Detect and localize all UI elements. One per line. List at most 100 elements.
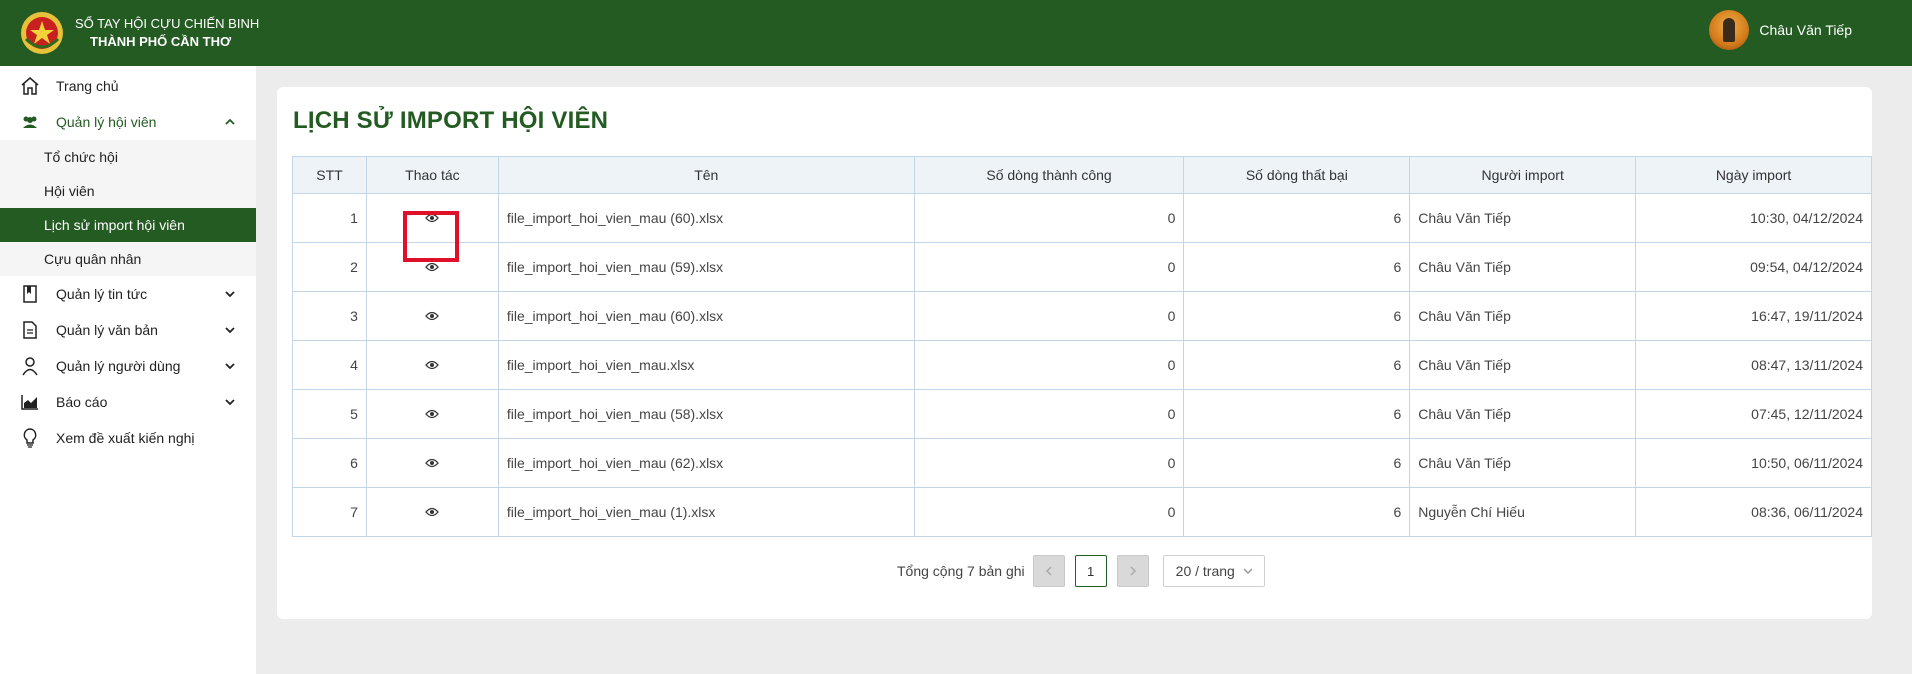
- sidebar-item-documents[interactable]: Quản lý văn bản: [0, 312, 256, 348]
- cell-importer: Châu Văn Tiếp: [1409, 438, 1637, 488]
- chevron-up-icon: [224, 115, 236, 131]
- sidebar-subitem-members[interactable]: Hội viên: [0, 174, 256, 208]
- sidebar-item-proposals[interactable]: Xem đề xuất kiến nghị: [0, 420, 256, 456]
- page-size-select[interactable]: 20 / trang: [1162, 555, 1265, 587]
- cell-actions: [365, 193, 499, 243]
- cell-success-rows: 0: [913, 438, 1185, 488]
- cell-file-name: file_import_hoi_vien_mau.xlsx: [497, 340, 915, 390]
- chevron-down-icon: [224, 395, 236, 411]
- members-submenu: Tổ chức hội Hội viên Lịch sử import hội …: [0, 140, 256, 276]
- cell-import-date: 09:54, 04/12/2024: [1635, 242, 1872, 292]
- pagination-total: Tổng cộng 7 bản ghi: [897, 563, 1025, 579]
- cell-import-date: 10:30, 04/12/2024: [1635, 193, 1872, 243]
- view-eye-icon[interactable]: [421, 256, 443, 278]
- sidebar-item-label: Quản lý tin tức: [56, 286, 148, 302]
- view-eye-icon[interactable]: [421, 501, 443, 523]
- column-header-import-date: Ngày import: [1635, 156, 1872, 194]
- view-eye-icon[interactable]: [421, 452, 443, 474]
- cell-stt: 1: [292, 193, 367, 243]
- cell-file-name: file_import_hoi_vien_mau (60).xlsx: [497, 193, 915, 243]
- cell-failed-rows: 6: [1183, 438, 1411, 488]
- cell-success-rows: 0: [913, 487, 1185, 537]
- chevron-down-icon: [224, 323, 236, 339]
- sidebar-item-label: Trang chủ: [56, 78, 119, 94]
- sidebar-item-home[interactable]: Trang chủ: [0, 68, 256, 104]
- cell-importer: Châu Văn Tiếp: [1409, 291, 1637, 341]
- sidebar-item-users[interactable]: Quản lý người dùng: [0, 348, 256, 384]
- view-eye-icon[interactable]: [421, 403, 443, 425]
- avatar[interactable]: [1709, 10, 1750, 50]
- pagination: Tổng cộng 7 bản ghi 1 20 / trang: [897, 555, 1265, 587]
- users-icon: [20, 112, 40, 132]
- chevron-left-icon: [1045, 566, 1052, 576]
- chevron-down-icon: [224, 359, 236, 375]
- cell-stt: 2: [292, 242, 367, 292]
- cell-importer: Châu Văn Tiếp: [1409, 242, 1637, 292]
- cell-actions: [365, 242, 499, 292]
- cell-success-rows: 0: [913, 291, 1185, 341]
- book-icon: [20, 284, 40, 304]
- sidebar-item-members[interactable]: Quản lý hội viên: [0, 104, 256, 140]
- cell-importer: Châu Văn Tiếp: [1409, 389, 1637, 439]
- top-header: SỔ TAY HỘI CỰU CHIẾN BINH THÀNH PHỐ CẦN …: [0, 0, 1912, 66]
- cell-success-rows: 0: [913, 340, 1185, 390]
- cell-file-name: file_import_hoi_vien_mau (59).xlsx: [497, 242, 915, 292]
- brand-line1: SỔ TAY HỘI CỰU CHIẾN BINH: [75, 16, 260, 31]
- cell-stt: 4: [292, 340, 367, 390]
- cell-importer: Châu Văn Tiếp: [1409, 193, 1637, 243]
- sidebar-item-label: Quản lý văn bản: [56, 322, 158, 338]
- cell-actions: [365, 389, 499, 439]
- cell-success-rows: 0: [913, 389, 1185, 439]
- next-page-button[interactable]: [1116, 555, 1149, 587]
- cell-importer: Nguyễn Chí Hiếu: [1409, 487, 1637, 537]
- sidebar-item-label: Quản lý hội viên: [56, 114, 157, 130]
- page-number-button[interactable]: 1: [1074, 555, 1107, 587]
- table-row: 3 file_import_hoi_vien_mau (60).xlsx 0 6 Châ…: [292, 291, 1872, 341]
- view-eye-icon[interactable]: [421, 207, 443, 229]
- cell-failed-rows: 6: [1183, 291, 1411, 341]
- sidebar-subitem-veterans[interactable]: Cựu quân nhân: [0, 242, 256, 276]
- column-header-name: Tên: [497, 156, 915, 194]
- sidebar-item-news[interactable]: Quản lý tin tức: [0, 276, 256, 312]
- sidebar-item-label: Báo cáo: [56, 394, 108, 410]
- cell-failed-rows: 6: [1183, 487, 1411, 537]
- cell-failed-rows: 6: [1183, 242, 1411, 292]
- table-row: 2 file_import_hoi_vien_mau (59).xlsx 0 6 Châ…: [292, 242, 1872, 292]
- chevron-right-icon: [1130, 566, 1136, 576]
- table-header-row: STT Thao tác Tên Số dòng thành công Số d…: [292, 156, 1872, 194]
- brand-text: SỔ TAY HỘI CỰU CHIẾN BINH THÀNH PHỐ CẦN …: [75, 15, 259, 51]
- column-header-actions: Thao tác: [365, 156, 499, 194]
- cell-success-rows: 0: [913, 242, 1185, 292]
- view-eye-icon[interactable]: [421, 354, 443, 376]
- column-header-stt: STT: [292, 156, 367, 194]
- cell-actions: [365, 291, 499, 341]
- sidebar-subitem-import-history[interactable]: Lịch sử import hội viên: [0, 208, 256, 242]
- sidebar-subitem-organizations[interactable]: Tổ chức hội: [0, 140, 256, 174]
- home-icon: [20, 76, 40, 96]
- cell-file-name: file_import_hoi_vien_mau (58).xlsx: [497, 389, 915, 439]
- cell-stt: 3: [292, 291, 367, 341]
- document-icon: [20, 320, 40, 340]
- cell-import-date: 10:50, 06/11/2024: [1635, 438, 1872, 488]
- cell-import-date: 08:47, 13/11/2024: [1635, 340, 1872, 390]
- brand-line2: THÀNH PHỐ CẦN THƠ: [90, 34, 232, 49]
- cell-failed-rows: 6: [1183, 340, 1411, 390]
- table-row: 5 file_import_hoi_vien_mau (58).xlsx 0 6 Châ…: [292, 389, 1872, 439]
- user-menu[interactable]: Châu Văn Tiếp: [1709, 10, 1852, 50]
- main-card: LỊCH SỬ IMPORT HỘI VIÊN STT Thao tác Tên…: [277, 87, 1872, 619]
- chevron-down-icon: [1243, 568, 1253, 575]
- user-name[interactable]: Châu Văn Tiếp: [1759, 22, 1852, 38]
- chevron-down-icon: [224, 287, 236, 303]
- cell-actions: [365, 438, 499, 488]
- cell-importer: Châu Văn Tiếp: [1409, 340, 1637, 390]
- table-row: 1 file_import_hoi_vien_mau (60).xlsx 0 6 Châ…: [292, 193, 1872, 243]
- column-header-failed-rows: Số dòng thất bại: [1183, 156, 1411, 194]
- table-row: 7 file_import_hoi_vien_mau (1).xlsx 0 6 Nguy…: [292, 487, 1872, 537]
- logo-emblem-icon: [21, 12, 63, 54]
- cell-failed-rows: 6: [1183, 389, 1411, 439]
- prev-page-button[interactable]: [1032, 555, 1065, 587]
- sidebar-item-label: Xem đề xuất kiến nghị: [56, 430, 195, 446]
- view-eye-icon[interactable]: [421, 305, 443, 327]
- sidebar: Trang chủ Quản lý hội viên Tổ chức hội H…: [0, 66, 256, 674]
- sidebar-item-reports[interactable]: Báo cáo: [0, 384, 256, 420]
